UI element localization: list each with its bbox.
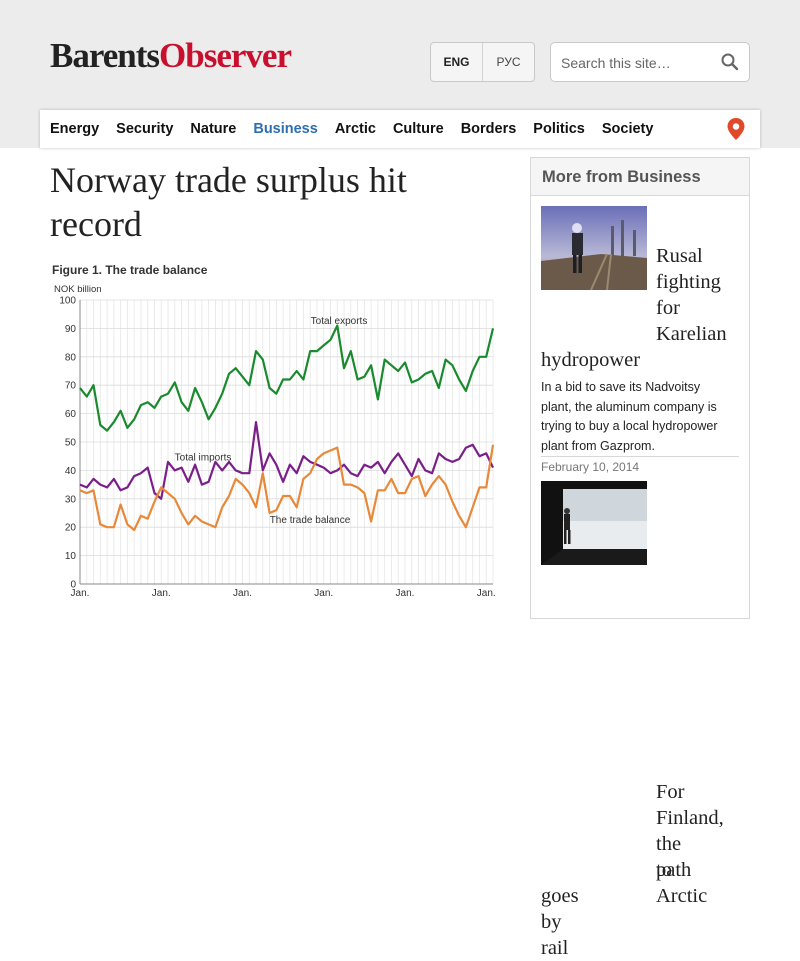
chart-x-tick-label: Jan. — [314, 588, 333, 599]
chart-title: Figure 1. The trade balance — [52, 263, 208, 277]
chart-annotation: Total imports — [175, 452, 232, 463]
lang-english-button[interactable]: ENG — [431, 43, 483, 81]
chart-x-tick-label: Jan. — [396, 588, 415, 599]
description-line: plant from Gazprom. — [541, 438, 655, 453]
article-title-line[interactable]: For — [656, 779, 684, 805]
article-title: Norway trade surplus hit record — [50, 160, 407, 244]
search-input[interactable] — [559, 52, 713, 74]
sidebar-article-1[interactable]: Rusal fighting for Karelian hydropower In a … — [531, 196, 749, 474]
chart-annotation: Total exports — [311, 316, 368, 327]
sidebar-divider — [541, 456, 739, 457]
chart-y-tick-label: 70 — [65, 381, 77, 392]
chart-annotation: The trade balance — [270, 515, 351, 526]
article-title-line[interactable]: goes by rail — [541, 883, 579, 961]
chart-y-axis-label: NOK billion — [54, 284, 102, 295]
article-title-line[interactable]: for — [656, 295, 680, 321]
lang-russian-button[interactable]: РУС — [483, 43, 534, 81]
chart-y-tick-label: 10 — [65, 551, 77, 562]
search-box — [550, 42, 750, 82]
more-from-business-panel: More from Business Rusal fighting for Karel… — [530, 157, 750, 959]
map-pin-icon[interactable] — [726, 117, 746, 141]
nav-item-business[interactable]: Business — [253, 121, 317, 137]
nav-item-nature[interactable]: Nature — [190, 121, 236, 137]
chart-y-tick-label: 60 — [65, 409, 77, 420]
chart-y-tick-label: 40 — [65, 466, 77, 477]
chart-y-tick-label: 80 — [65, 352, 77, 363]
site-header: BarentsObserver ENG РУС Energy Security Na… — [0, 0, 800, 148]
logo-part-barents: Barents — [50, 36, 160, 75]
chart-x-tick-label: Jan. — [233, 588, 252, 599]
chart-x-tick-label: Jan. — [152, 588, 171, 599]
chart-y-tick-label: 90 — [65, 324, 77, 335]
language-switcher: ENG РУС — [430, 42, 535, 82]
chart-x-tick-label: Jan. — [477, 588, 496, 599]
nav-list: Energy Security Nature Business Arctic Cultur… — [40, 110, 760, 148]
article-title-line[interactable]: Karelian — [656, 321, 727, 347]
chart-x-tick-label: Jan. — [71, 588, 90, 599]
article-title-line[interactable]: Finland, — [656, 805, 724, 831]
sidebar-article-1-description: In a bid to save its Nadvoitsy plant, the… — [541, 378, 741, 456]
article-thumbnail-finland[interactable] — [541, 481, 647, 565]
chart-y-tick-label: 50 — [65, 438, 77, 449]
chart-y-tick-label: 30 — [65, 494, 77, 505]
chart-y-tick-label: 100 — [59, 296, 76, 307]
main-nav: Energy Security Nature Business Arctic Cultur… — [40, 110, 760, 148]
sidebar-article-1-date: February 10, 2014 — [541, 460, 640, 474]
site-logo[interactable]: BarentsObserver — [50, 36, 292, 76]
nav-item-culture[interactable]: Culture — [393, 121, 444, 137]
chart-y-tick-label: 20 — [65, 523, 77, 534]
logo-part-observer: Observer — [159, 36, 292, 75]
description-line: In a bid to save its Nadvoitsy — [541, 380, 701, 394]
nav-item-politics[interactable]: Politics — [533, 121, 585, 137]
sidebar-heading: More from Business — [531, 158, 749, 196]
article-title-line[interactable]: hydropower — [541, 347, 640, 373]
article-title-line[interactable]: to Arctic — [656, 857, 707, 909]
description-line: trying to buy a local hydropower — [541, 419, 718, 433]
chart-series-total-exports — [79, 324, 495, 432]
nav-item-energy[interactable]: Energy — [50, 121, 99, 137]
nav-item-arctic[interactable]: Arctic — [335, 121, 376, 137]
trade-balance-chart: Figure 1. The trade balanceNOK billion01… — [52, 263, 496, 599]
nav-item-society[interactable]: Society — [602, 121, 654, 137]
article-title-line[interactable]: Rusal — [656, 243, 703, 269]
article-thumbnail-rusal[interactable] — [541, 206, 647, 290]
description-line: plant, the aluminum company is — [541, 399, 717, 414]
article-title-line[interactable]: fighting — [656, 269, 721, 295]
search-icon[interactable] — [719, 51, 741, 73]
nav-item-security[interactable]: Security — [116, 121, 173, 137]
nav-item-borders[interactable]: Borders — [461, 121, 517, 137]
